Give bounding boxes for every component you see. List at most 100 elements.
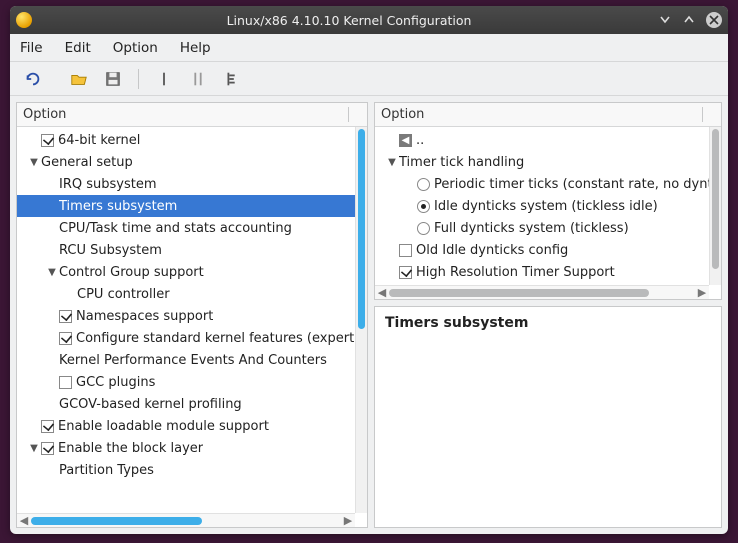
chevron-down-icon[interactable]: ▼: [27, 157, 41, 168]
tree-item-label: Periodic timer ticks (constant rate, no …: [434, 177, 709, 192]
menu-file[interactable]: File: [20, 40, 43, 56]
tree-item[interactable]: ▼ Enable the block layer: [17, 437, 355, 459]
left-tree-pane: Option 64-bit kernel▼General setupIRQ su…: [16, 102, 368, 528]
tree-item[interactable]: CPU/Task time and stats accounting: [17, 217, 355, 239]
checkbox[interactable]: [59, 332, 72, 345]
scroll-right-icon[interactable]: ▶: [695, 286, 709, 299]
description-title: Timers subsystem: [385, 315, 711, 331]
tree-item-label: General setup: [41, 155, 133, 170]
tree-item-label: Timer tick handling: [399, 155, 524, 170]
right-tree-pane: Option ◀..▼Timer tick handlingPeriodic t…: [374, 102, 722, 300]
split-view-button[interactable]: [183, 66, 213, 92]
app-icon: [16, 12, 32, 28]
tree-item[interactable]: Periodic timer ticks (constant rate, no …: [375, 173, 709, 195]
scroll-right-icon[interactable]: ▶: [341, 514, 355, 527]
tree-item[interactable]: Timers subsystem: [17, 195, 355, 217]
close-button[interactable]: [706, 12, 722, 28]
tree-item[interactable]: 64-bit kernel: [17, 129, 355, 151]
right-hscroll-thumb[interactable]: [389, 289, 649, 297]
chevron-down-icon[interactable]: ▼: [45, 267, 59, 278]
left-hscrollbar[interactable]: ◀ ▶: [17, 513, 355, 527]
tree-item[interactable]: ▼General setup: [17, 151, 355, 173]
tree-item[interactable]: ▼Timer tick handling: [375, 151, 709, 173]
left-vscroll-thumb[interactable]: [358, 129, 365, 329]
tree-item[interactable]: Idle dynticks system (tickless idle): [375, 195, 709, 217]
minimize-button[interactable]: [658, 13, 672, 27]
right-vscrollbar[interactable]: [709, 127, 721, 285]
tree-item-label: GCOV-based kernel profiling: [59, 397, 242, 412]
tree-item-label: RCU Subsystem: [59, 243, 162, 258]
scroll-left-icon[interactable]: ◀: [17, 514, 31, 527]
tree-item[interactable]: Namespaces support: [17, 305, 355, 327]
tree-item-label: Namespaces support: [76, 309, 213, 324]
tree-item-label: IRQ subsystem: [59, 177, 157, 192]
titlebar[interactable]: Linux/x86 4.10.10 Kernel Configuration: [10, 6, 728, 34]
chevron-down-icon[interactable]: ▼: [27, 443, 41, 454]
tree-item-label: Timers subsystem: [59, 199, 177, 214]
menu-edit[interactable]: Edit: [65, 40, 91, 56]
left-column-header[interactable]: Option: [17, 103, 367, 127]
window-controls: [658, 12, 722, 28]
save-button[interactable]: [98, 66, 128, 92]
radio[interactable]: [417, 222, 430, 235]
tree-item[interactable]: Full dynticks system (tickless): [375, 217, 709, 239]
checkbox[interactable]: [399, 244, 412, 257]
tree-item[interactable]: Kernel Performance Events And Counters: [17, 349, 355, 371]
checkbox[interactable]: [59, 376, 72, 389]
tree-item[interactable]: CPU controller: [17, 283, 355, 305]
full-view-button[interactable]: [217, 66, 247, 92]
chevron-down-icon[interactable]: ▼: [385, 157, 399, 168]
tree-item-label: Old Idle dynticks config: [416, 243, 568, 258]
tree-item-label: Enable loadable module support: [58, 419, 269, 434]
tree-item-label: Full dynticks system (tickless): [434, 221, 629, 236]
tree-item[interactable]: Configure standard kernel features (expe…: [17, 327, 355, 349]
tree-item-label: CPU controller: [77, 287, 170, 302]
tree-item[interactable]: IRQ subsystem: [17, 173, 355, 195]
left-column-title: Option: [23, 107, 66, 122]
tree-item-label: 64-bit kernel: [58, 133, 140, 148]
tree-item[interactable]: GCOV-based kernel profiling: [17, 393, 355, 415]
tree-item[interactable]: High Resolution Timer Support: [375, 261, 709, 283]
toolbar: [10, 62, 728, 96]
checkbox[interactable]: [399, 266, 412, 279]
tree-item[interactable]: Enable loadable module support: [17, 415, 355, 437]
checkbox[interactable]: [59, 310, 72, 323]
left-hscroll-thumb[interactable]: [31, 517, 202, 525]
right-tree[interactable]: ◀..▼Timer tick handlingPeriodic timer ti…: [375, 127, 709, 285]
menubar: File Edit Option Help: [10, 34, 728, 62]
radio[interactable]: [417, 200, 430, 213]
app-window: Linux/x86 4.10.10 Kernel Configuration F…: [10, 6, 728, 534]
right-column-header[interactable]: Option: [375, 103, 721, 127]
tree-item-label: Configure standard kernel features (expe…: [76, 331, 355, 346]
tree-item[interactable]: RCU Subsystem: [17, 239, 355, 261]
description-pane: Timers subsystem: [374, 306, 722, 528]
menu-help[interactable]: Help: [180, 40, 211, 56]
left-tree[interactable]: 64-bit kernel▼General setupIRQ subsystem…: [17, 127, 355, 513]
left-vscrollbar[interactable]: [355, 127, 367, 513]
scroll-left-icon[interactable]: ◀: [375, 286, 389, 299]
tree-item[interactable]: Partition Types: [17, 459, 355, 481]
checkbox[interactable]: [41, 134, 54, 147]
checkbox[interactable]: [41, 420, 54, 433]
back-icon[interactable]: ◀: [399, 134, 412, 147]
tree-item[interactable]: ▼Control Group support: [17, 261, 355, 283]
maximize-button[interactable]: [682, 13, 696, 27]
single-view-button[interactable]: [149, 66, 179, 92]
tree-item-label: Kernel Performance Events And Counters: [59, 353, 327, 368]
tree-item-label: High Resolution Timer Support: [416, 265, 615, 280]
tree-item[interactable]: ◀..: [375, 129, 709, 151]
tree-item[interactable]: Old Idle dynticks config: [375, 239, 709, 261]
toolbar-separator: [138, 69, 139, 89]
right-hscrollbar[interactable]: ◀ ▶: [375, 285, 709, 299]
open-button[interactable]: [64, 66, 94, 92]
checkbox[interactable]: [41, 442, 54, 455]
content-area: Option 64-bit kernel▼General setupIRQ su…: [10, 96, 728, 534]
radio[interactable]: [417, 178, 430, 191]
back-button[interactable]: [18, 66, 48, 92]
right-column-title: Option: [381, 107, 424, 122]
tree-item[interactable]: GCC plugins: [17, 371, 355, 393]
tree-item-label: Idle dynticks system (tickless idle): [434, 199, 658, 214]
right-vscroll-thumb[interactable]: [712, 129, 719, 269]
menu-option[interactable]: Option: [113, 40, 158, 56]
tree-item-label: Enable the block layer: [58, 441, 203, 456]
